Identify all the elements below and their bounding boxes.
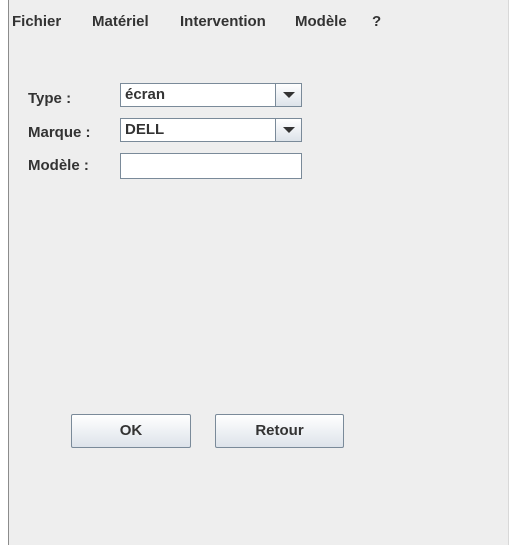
menu-bar: Fichier Matériel Intervention Modèle ? (9, 0, 508, 44)
chevron-down-icon (283, 127, 295, 133)
menu-intervention[interactable]: Intervention (180, 13, 266, 30)
modele-input[interactable] (120, 153, 302, 179)
app-window: Fichier Matériel Intervention Modèle ? T… (8, 0, 509, 545)
menu-materiel[interactable]: Matériel (92, 13, 149, 30)
marque-dropdown-button[interactable] (275, 119, 301, 141)
marque-combobox[interactable]: DELL (120, 118, 302, 142)
marque-label: Marque : (28, 124, 91, 141)
type-selected-value: écran (125, 86, 166, 103)
type-label: Type : (28, 90, 72, 107)
modele-label: Modèle : (28, 157, 89, 174)
menu-modele[interactable]: Modèle (295, 13, 347, 30)
retour-button[interactable]: Retour (215, 414, 344, 448)
menu-fichier[interactable]: Fichier (12, 13, 61, 30)
ok-button[interactable]: OK (71, 414, 191, 448)
menu-help[interactable]: ? (372, 13, 381, 30)
type-dropdown-button[interactable] (275, 84, 301, 106)
chevron-down-icon (283, 92, 295, 98)
marque-selected-value: DELL (125, 121, 165, 138)
type-combobox[interactable]: écran (120, 83, 302, 107)
